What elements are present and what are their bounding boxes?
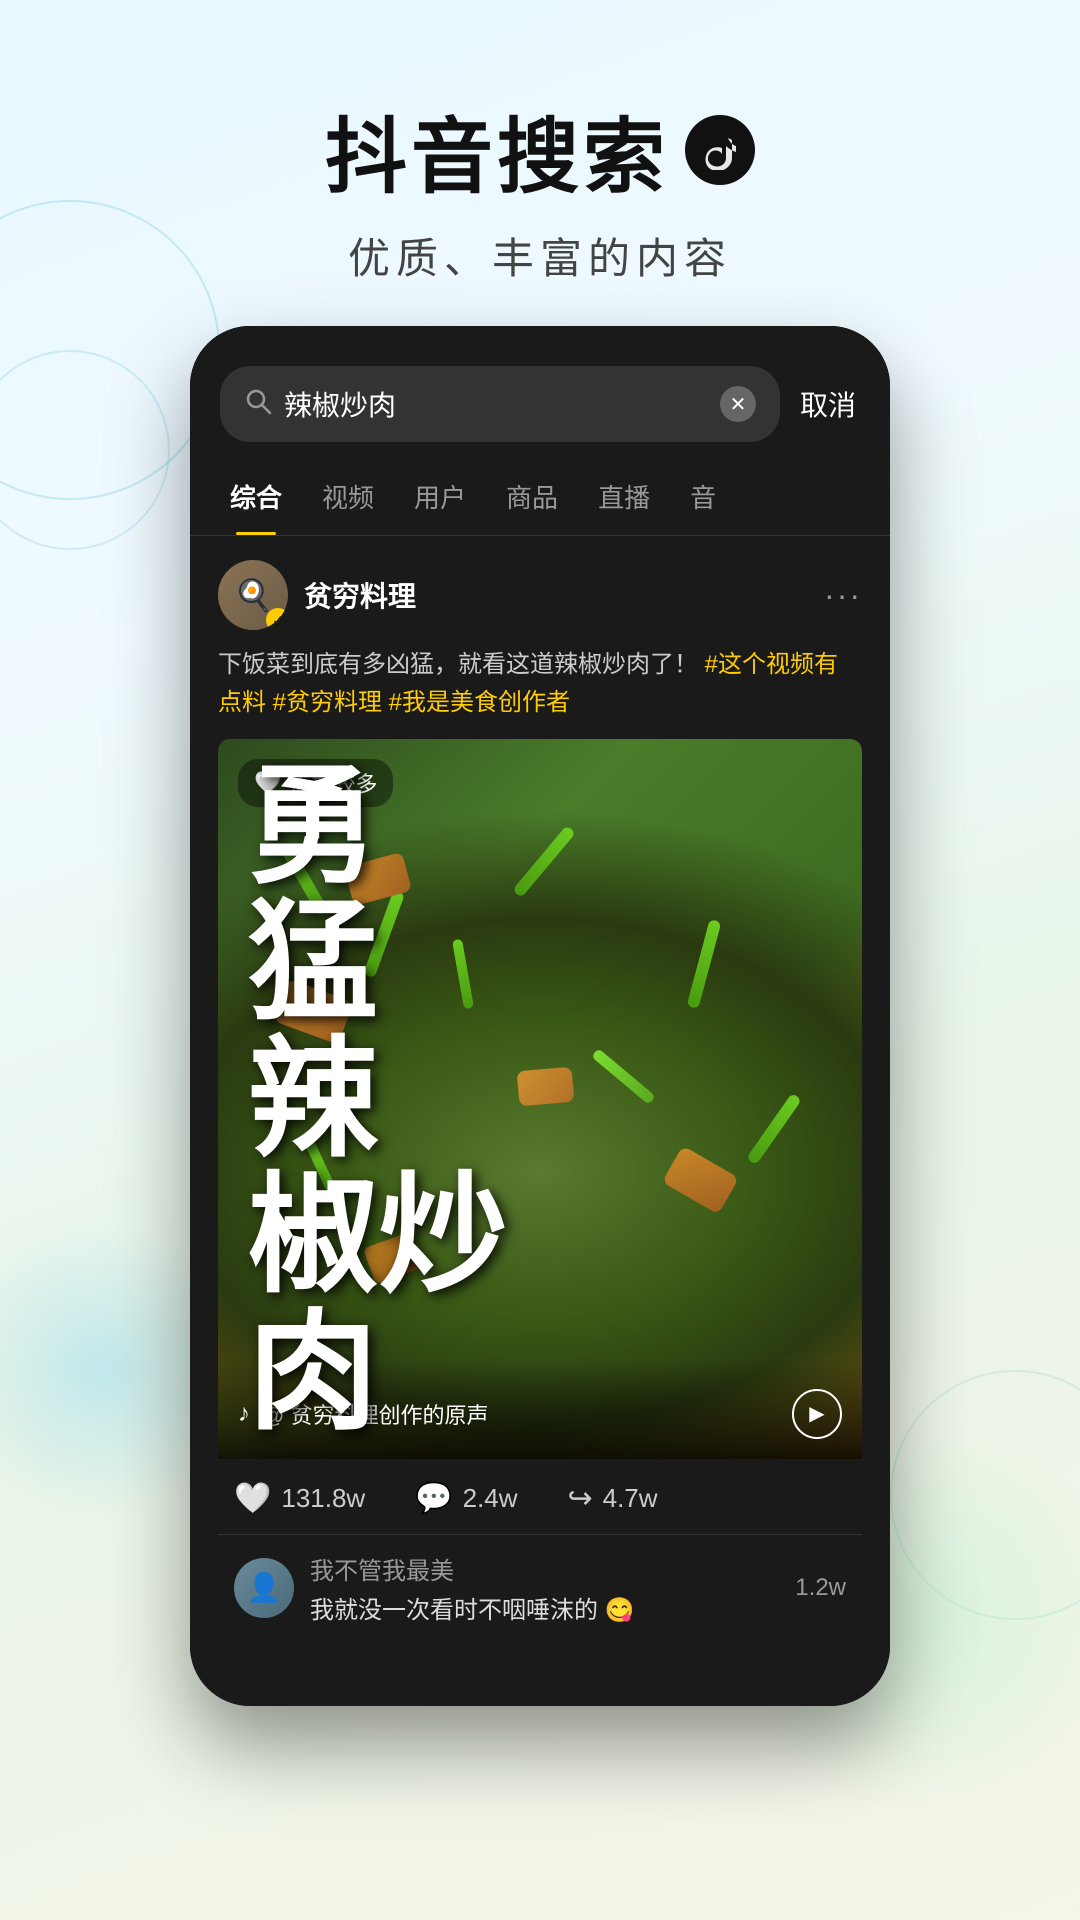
tab-综合[interactable]: 综合 (210, 458, 302, 535)
comment-text: 我就没一次看时不咽唾沫的 😋 (310, 1590, 779, 1625)
clear-search-button[interactable]: ✕ (720, 386, 756, 422)
username-label: 贫穷料理 (304, 575, 824, 615)
desc-normal-text: 下饭菜到底有多凶猛，就看这道辣椒炒肉了！ (218, 651, 698, 678)
tiktok-logo-icon (700, 130, 740, 170)
search-input-box[interactable]: 辣椒炒肉 ✕ (220, 366, 780, 442)
likes-count[interactable]: 🤍 131.8w (234, 1481, 365, 1516)
video-image-area: 🤍 点赞较多 勇猛辣椒炒肉 ♪ (218, 739, 862, 1459)
tab-音[interactable]: 音 (670, 458, 736, 535)
engagement-row: 🤍 131.8w 💬 2.4w ↪ 4.7w (218, 1459, 862, 1535)
shares-value: 4.7w (603, 1483, 658, 1514)
search-query-text: 辣椒炒肉 (284, 384, 708, 424)
user-avatar: 🍳 ✓ (218, 560, 288, 630)
verified-badge: ✓ (266, 608, 288, 630)
post-user-row: 🍳 ✓ 贫穷料理 ··· (218, 560, 862, 630)
video-overlay-text: 勇猛辣椒炒肉 (248, 758, 508, 1441)
shares-count[interactable]: ↪ 4.7w (567, 1481, 657, 1516)
tab-视频[interactable]: 视频 (302, 458, 394, 535)
more-options-button[interactable]: ··· (824, 577, 862, 614)
tiktok-logo (685, 115, 755, 185)
post-description: 下饭菜到底有多凶猛，就看这道辣椒炒肉了！ #这个视频有点料 #贫穷料理 #我是美… (218, 646, 862, 723)
comments-count[interactable]: 💬 2.4w (415, 1481, 517, 1516)
comments-value: 2.4w (463, 1483, 518, 1514)
heart-icon: 🤍 (234, 1481, 271, 1516)
likes-value: 131.8w (281, 1483, 365, 1514)
comment-icon: 💬 (415, 1481, 452, 1516)
comment-content: 我不管我最美 我就没一次看时不咽唾沫的 😋 (310, 1551, 779, 1625)
search-icon (244, 387, 272, 422)
commenter-avatar: 👤 (234, 1558, 294, 1618)
comment-like-count: 1.2w (795, 1574, 846, 1602)
tab-直播[interactable]: 直播 (578, 458, 670, 535)
phone-screen: 辣椒炒肉 ✕ 取消 综合 视频 用户 商品 (190, 326, 890, 1706)
video-text-overlay: 勇猛辣椒炒肉 (218, 739, 862, 1459)
comment-preview: 👤 我不管我最美 我就没一次看时不咽唾沫的 😋 1.2w (218, 1535, 862, 1641)
app-title: 抖音搜索 (0, 90, 1080, 209)
share-icon: ↪ (567, 1481, 592, 1516)
cancel-button[interactable]: 取消 (796, 376, 860, 432)
video-thumbnail[interactable]: 🤍 点赞较多 勇猛辣椒炒肉 ♪ (218, 739, 862, 1641)
app-title-text: 抖音搜索 (325, 90, 669, 209)
tab-商品[interactable]: 商品 (486, 458, 578, 535)
content-area: 🍳 ✓ 贫穷料理 ··· 下饭菜到底有多凶猛，就看这道辣椒炒肉了！ #这个视频有… (190, 536, 890, 1665)
commenter-username: 我不管我最美 (310, 1551, 779, 1586)
search-bar-area: 辣椒炒肉 ✕ 取消 (190, 326, 890, 458)
tab-用户[interactable]: 用户 (394, 458, 486, 535)
tabs-row: 综合 视频 用户 商品 直播 音 (190, 458, 890, 536)
phone-device: 辣椒炒肉 ✕ 取消 综合 视频 用户 商品 (190, 326, 890, 1706)
